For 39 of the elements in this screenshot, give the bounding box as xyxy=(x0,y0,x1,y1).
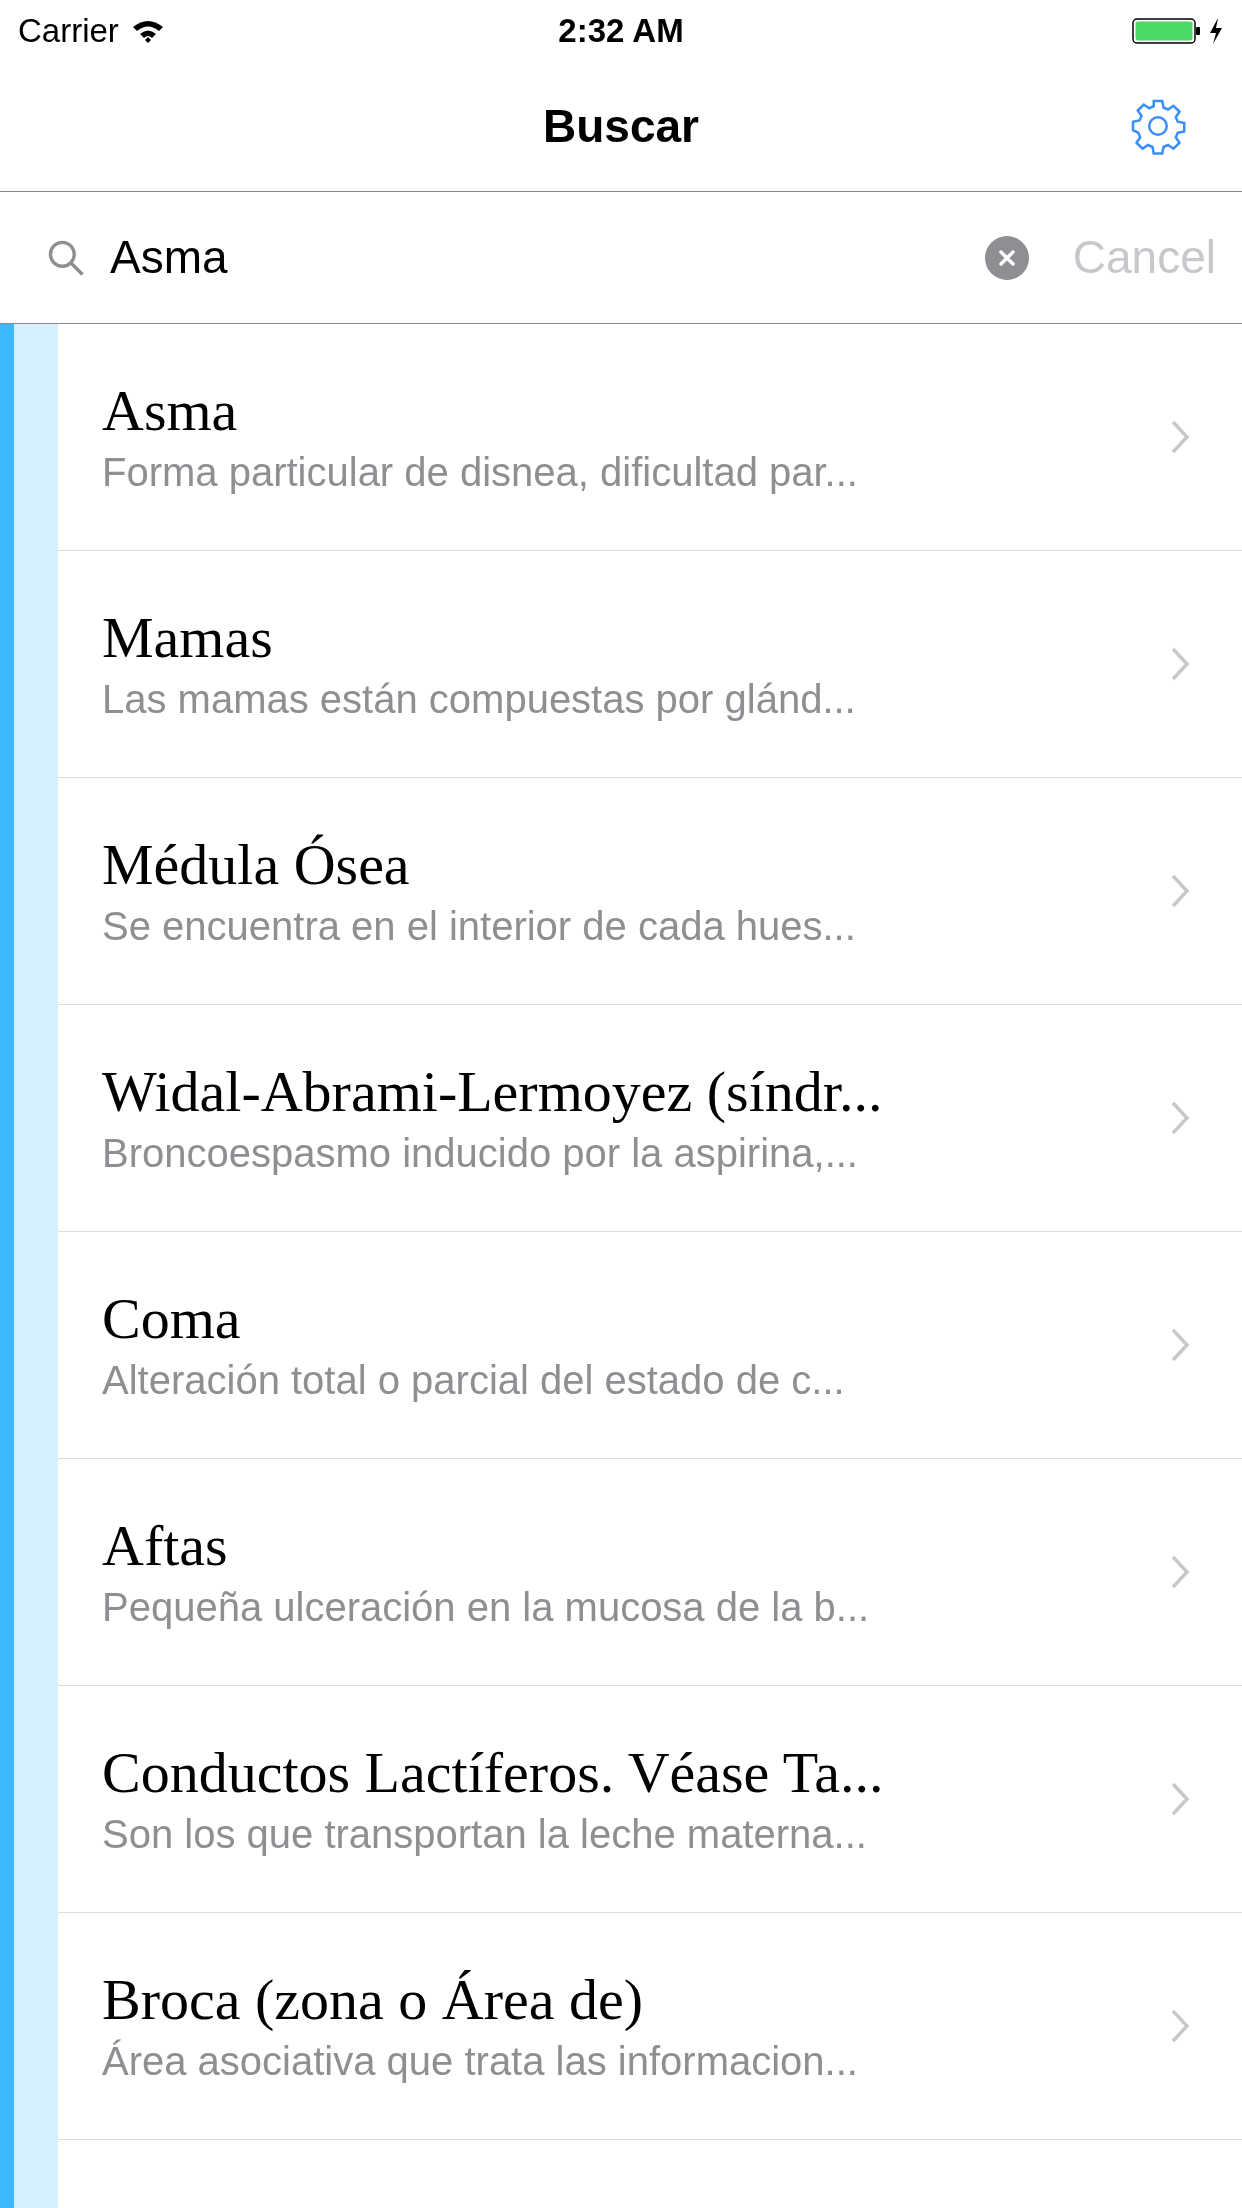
result-row[interactable]: Widal-Abrami-Lermoyez (síndr... Broncoespasmo inducido por la aspirina,... xyxy=(58,1005,1242,1232)
chevron-icon xyxy=(1170,1100,1190,1136)
result-subtitle: Pequeña ulceración en la mucosa de la b... xyxy=(102,1584,871,1631)
chevron-icon xyxy=(1170,2008,1190,2044)
result-row[interactable]: Aftas Pequeña ulceración en la mucosa de la b... xyxy=(58,1459,1242,1686)
chevron-icon xyxy=(1170,873,1190,909)
chevron-icon xyxy=(1170,419,1190,455)
chevron-icon xyxy=(1170,1554,1190,1590)
clear-icon xyxy=(996,247,1017,268)
result-subtitle: Forma particular de disnea, dificultad par... xyxy=(102,449,859,496)
battery-icon xyxy=(1132,16,1202,46)
result-title: Asma xyxy=(102,377,239,445)
result-row[interactable]: Asma Forma particular de disnea, dificultad par... xyxy=(58,324,1242,551)
result-row[interactable]: Coma Alteración total o parcial del estado de c... xyxy=(58,1232,1242,1459)
charging-icon xyxy=(1208,17,1224,45)
result-subtitle: Alteración total o parcial del estado de c... xyxy=(102,1357,846,1404)
carrier-label: Carrier xyxy=(18,11,119,52)
result-title: Broca (zona o Área de) xyxy=(102,1966,645,2034)
result-title: Coma xyxy=(102,1285,242,1353)
chevron-icon xyxy=(1170,1781,1190,1817)
result-row[interactable]: Conductos Lactíferos. Véase Ta... Son los que transportan la leche materna... xyxy=(58,1686,1242,1913)
result-subtitle: Broncoespasmo inducido por la aspirina,... xyxy=(102,1130,859,1177)
result-subtitle: Se encuentra en el interior de cada hues... xyxy=(102,903,857,950)
result-subtitle: Área asociativa que trata las informacion... xyxy=(102,2038,859,2085)
result-row[interactable]: Mamas Las mamas están compuestas por glánd... xyxy=(58,551,1242,778)
result-title: Aftas xyxy=(102,1512,229,1580)
result-title: Mamas xyxy=(102,604,274,672)
chevron-icon xyxy=(1170,646,1190,682)
search-field[interactable]: Asma xyxy=(110,223,985,292)
result-subtitle: Las mamas están compuestas por glánd... xyxy=(102,676,857,723)
result-subtitle: Son los que transportan la leche materna... xyxy=(102,1811,868,1858)
status-time: 2:32 AM xyxy=(558,11,684,52)
result-row[interactable]: Médula Ósea Se encuentra en el interior de cada hues... xyxy=(58,778,1242,1005)
result-title: Conductos Lactíferos. Véase Ta... xyxy=(102,1739,885,1807)
chevron-icon xyxy=(1170,1327,1190,1363)
result-row[interactable]: Broca (zona o Área de) Área asociativa que trata las informacion... xyxy=(58,1913,1242,2140)
result-title: Médula Ósea xyxy=(102,831,411,899)
nav-title: Buscar xyxy=(543,99,699,154)
result-title: Widal-Abrami-Lermoyez (síndr... xyxy=(102,1058,884,1126)
